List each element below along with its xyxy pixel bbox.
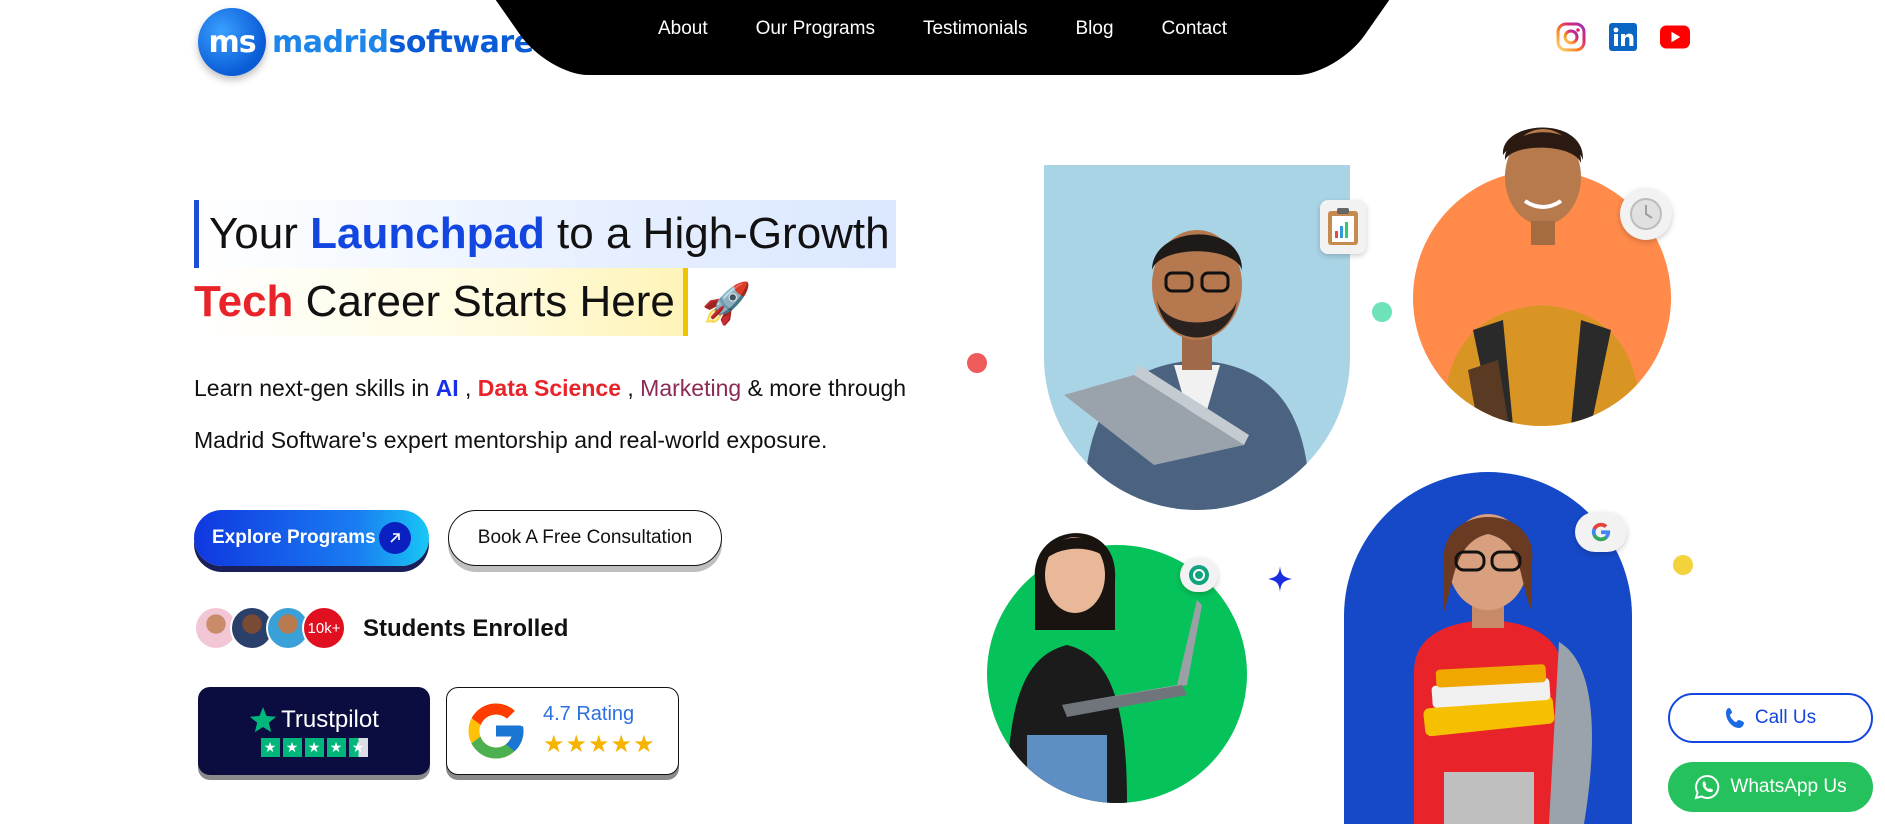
chatgpt-icon: [1180, 558, 1218, 592]
desc-data-science: Data Science: [477, 375, 621, 401]
person-head: [1495, 115, 1591, 245]
main-nav: About Our Programs Testimonials Blog Con…: [540, 0, 1345, 75]
hero-title-rest2: Career Starts Here: [293, 277, 675, 326]
student-avatars: 10k+: [194, 606, 346, 650]
students-enrolled-label: Students Enrolled: [363, 615, 569, 642]
clock-icon: [1620, 188, 1672, 240]
whatsapp-icon: [1695, 774, 1720, 800]
nav-about[interactable]: About: [658, 18, 708, 40]
hero-title: Your Launchpad to a High-Growth Tech Car…: [194, 200, 896, 338]
call-us-button[interactable]: Call Us: [1668, 693, 1873, 743]
hero-title-line1: Your Launchpad to a High-Growth: [194, 200, 896, 268]
star-icon: ★: [260, 737, 280, 757]
half-star-icon: ★: [348, 737, 368, 757]
hero-description: Learn next-gen skills in AI , Data Scien…: [194, 362, 954, 466]
hero-title-highlight-blue: Launchpad: [310, 209, 545, 258]
star-icon: ★: [326, 737, 346, 757]
star-icon: ★: [282, 737, 302, 757]
trustpilot-name: Trustpilot: [249, 706, 379, 734]
logo-text-part2: software: [388, 24, 534, 60]
hero-title-line2: Tech Career Starts Here: [194, 268, 688, 336]
google-rating-badge[interactable]: 4.7 Rating ★★★★★: [446, 687, 679, 775]
decor-dot-red: [967, 353, 987, 373]
trustpilot-stars: ★ ★ ★ ★ ★: [260, 737, 368, 757]
whatsapp-button[interactable]: WhatsApp Us: [1668, 762, 1873, 812]
logo-text: madridsoftware: [272, 25, 534, 60]
desc-marketing: Marketing: [640, 375, 742, 401]
nav-blog[interactable]: Blog: [1076, 18, 1114, 40]
clipboard-chart-icon: [1320, 200, 1366, 254]
hero-title-rest1: to a High-Growth: [544, 209, 890, 258]
nav-our-programs[interactable]: Our Programs: [756, 18, 875, 40]
decor-dot-yellow: [1673, 555, 1693, 575]
sparkle-icon: [1268, 566, 1292, 597]
desc-ai: AI: [435, 375, 459, 401]
logo-text-part1: madrid: [272, 24, 389, 60]
google-g-icon: [468, 703, 524, 759]
trustpilot-badge[interactable]: Trustpilot ★ ★ ★ ★ ★: [198, 687, 430, 775]
whatsapp-label: WhatsApp Us: [1730, 776, 1847, 797]
enrolled-count-badge: 10k+: [302, 606, 346, 650]
hero-title-highlight-red: Tech: [194, 277, 294, 326]
person-head: [1030, 520, 1120, 630]
star-icon: ★: [304, 737, 324, 757]
decor-dot-teal: [1372, 302, 1392, 322]
nav-contact[interactable]: Contact: [1162, 18, 1227, 40]
arrow-up-right-icon: [379, 522, 411, 554]
google-rating-label: 4.7 Rating: [543, 703, 635, 725]
trustpilot-star-icon: [249, 706, 277, 732]
call-us-label: Call Us: [1754, 707, 1817, 728]
linkedin-icon[interactable]: [1608, 22, 1638, 52]
explore-programs-label: Explore Programs: [212, 527, 376, 548]
social-links: [1556, 22, 1690, 52]
desc-sep: ,: [621, 375, 641, 401]
explore-programs-button[interactable]: Explore Programs: [194, 510, 429, 566]
phone-icon: [1725, 708, 1744, 728]
google-rating-stars: ★★★★★: [543, 731, 656, 758]
student-photo-laptop-man: [1044, 165, 1350, 510]
rocket-icon: 🚀: [701, 282, 752, 327]
instagram-icon[interactable]: [1556, 22, 1586, 52]
trustpilot-label: Trustpilot: [281, 705, 379, 733]
logo-badge: ms: [198, 8, 266, 76]
hero-title-word: Your: [209, 209, 311, 258]
google-rating-info: 4.7 Rating ★★★★★: [543, 703, 656, 759]
nav-testimonials[interactable]: Testimonials: [923, 18, 1028, 40]
brand-logo[interactable]: ms madridsoftware: [198, 8, 534, 76]
desc-prefix: Learn next-gen skills in: [194, 375, 436, 401]
person-illustration: [1064, 230, 1310, 510]
desc-sep: ,: [458, 375, 478, 401]
book-consultation-button[interactable]: Book A Free Consultation: [448, 510, 722, 566]
youtube-icon[interactable]: [1660, 22, 1690, 52]
google-icon: [1575, 512, 1627, 552]
